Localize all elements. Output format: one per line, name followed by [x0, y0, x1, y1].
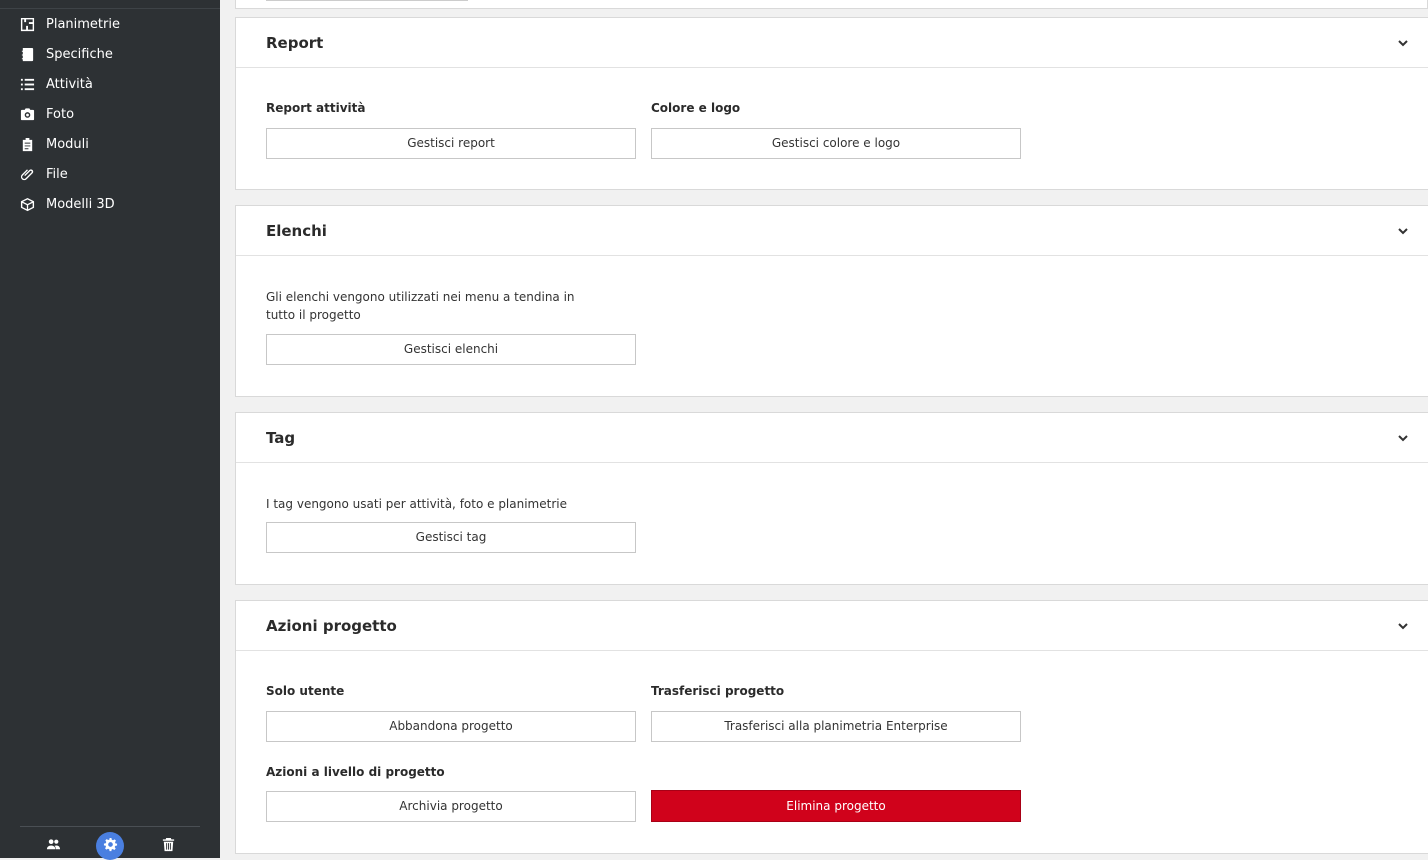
sidebar-item-label: Specifiche — [46, 46, 113, 62]
tags-section-header[interactable]: Tag — [236, 413, 1428, 463]
delete-project-button[interactable]: Elimina progetto — [651, 790, 1021, 822]
section-title: Azioni progetto — [266, 617, 397, 635]
camera-icon — [19, 106, 35, 122]
users-button[interactable] — [39, 832, 67, 860]
sidebar-item-moduli[interactable]: Moduli — [0, 129, 220, 159]
settings-main: Report Report attività Gestisci report C… — [220, 0, 1428, 858]
chevron-down-icon[interactable] — [1396, 35, 1410, 49]
sidebar-nav: Planimetrie Specifiche Attività Foto Mod… — [0, 9, 220, 219]
sidebar-item-label: Modelli 3D — [46, 196, 115, 212]
leave-project-button[interactable]: Abbandona progetto — [266, 711, 636, 742]
chevron-down-icon[interactable] — [1396, 618, 1410, 632]
sidebar-item-label: File — [46, 166, 68, 182]
sidebar-item-planimetrie[interactable]: Planimetrie — [0, 9, 220, 39]
clipboard-icon — [19, 136, 35, 152]
manage-lists-button[interactable]: Gestisci elenchi — [266, 334, 636, 365]
tags-description: I tag vengono usati per attività, foto e… — [266, 497, 567, 511]
manage-tags-button[interactable]: Gestisci tag — [266, 522, 636, 553]
sidebar-divider — [20, 826, 200, 827]
floorplan-icon — [19, 16, 35, 32]
sidebar-item-attivita[interactable]: Attività — [0, 69, 220, 99]
section-title: Elenchi — [266, 222, 327, 240]
transfer-enterprise-button[interactable]: Trasferisci alla planimetria Enterprise — [651, 711, 1021, 742]
previous-input-edge — [266, 0, 468, 1]
sidebar-item-label: Foto — [46, 106, 75, 122]
list-icon — [19, 76, 35, 92]
archive-project-button[interactable]: Archivia progetto — [266, 791, 636, 822]
manage-color-logo-button[interactable]: Gestisci colore e logo — [651, 128, 1021, 159]
users-icon — [46, 837, 61, 856]
sidebar-item-foto[interactable]: Foto — [0, 99, 220, 129]
cube-icon — [19, 196, 35, 212]
lists-section: Elenchi Gli elenchi vengono utilizzati n… — [235, 205, 1428, 397]
report-section-header[interactable]: Report — [236, 18, 1428, 68]
project-actions-section: Azioni progetto Solo utente Abbandona pr… — [235, 600, 1428, 854]
previous-section-bottom — [235, 0, 1428, 9]
report-section: Report Report attività Gestisci report C… — [235, 17, 1428, 190]
sidebar-bottom-toolbar — [0, 830, 220, 860]
settings-button[interactable] — [96, 832, 124, 860]
lists-section-header[interactable]: Elenchi — [236, 206, 1428, 256]
sidebar-item-specifiche[interactable]: Specifiche — [0, 39, 220, 69]
transfer-project-label: Trasferisci progetto — [651, 684, 785, 698]
paperclip-icon — [19, 166, 35, 182]
user-only-label: Solo utente — [266, 684, 345, 698]
gear-icon — [103, 837, 118, 856]
lists-description: Gli elenchi vengono utilizzati nei menu … — [266, 290, 575, 322]
section-title: Report — [266, 34, 324, 52]
project-actions-section-header[interactable]: Azioni progetto — [236, 601, 1428, 651]
sidebar: Planimetrie Specifiche Attività Foto Mod… — [0, 0, 220, 860]
tags-section: Tag I tag vengono usati per attività, fo… — [235, 412, 1428, 585]
trash-icon — [161, 837, 176, 856]
sidebar-item-label: Planimetrie — [46, 16, 120, 32]
trash-button[interactable] — [154, 832, 182, 860]
activity-report-label: Report attività — [266, 101, 366, 115]
color-logo-label: Colore e logo — [651, 101, 741, 115]
section-title: Tag — [266, 429, 296, 447]
sidebar-item-label: Attività — [46, 76, 93, 92]
sidebar-item-label: Moduli — [46, 136, 89, 152]
project-level-actions-label: Azioni a livello di progetto — [266, 765, 445, 779]
notebook-icon — [19, 46, 35, 62]
sidebar-item-file[interactable]: File — [0, 159, 220, 189]
manage-report-button[interactable]: Gestisci report — [266, 128, 636, 159]
chevron-down-icon[interactable] — [1396, 223, 1410, 237]
sidebar-item-modelli-3d[interactable]: Modelli 3D — [0, 189, 220, 219]
chevron-down-icon[interactable] — [1396, 430, 1410, 444]
